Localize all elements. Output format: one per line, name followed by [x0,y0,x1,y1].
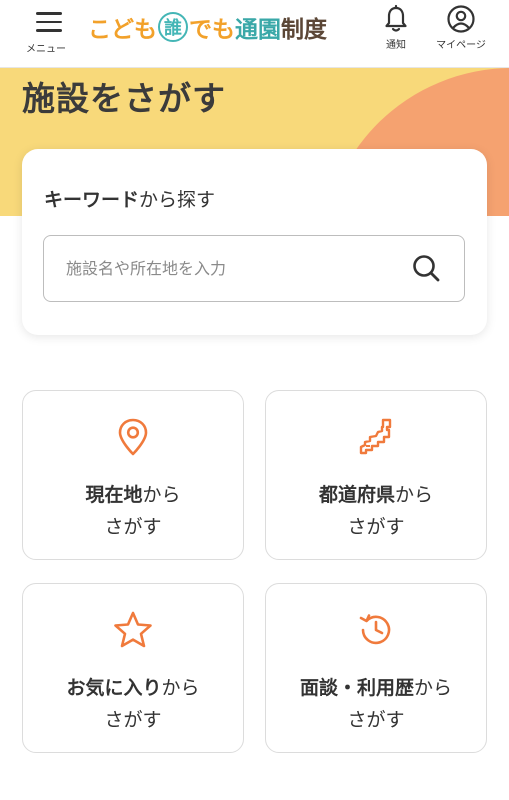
mypage-button[interactable]: マイページ [430,4,492,51]
tile-label-line2: さがす [104,709,162,731]
search-icon[interactable] [410,252,442,284]
app-header: メニュー こども 誰 でも 通園 制度 通知 マイページ [0,0,509,68]
search-by-prefecture-button[interactable]: 都道府県から さがす [265,390,487,560]
tile-label-rest: から [395,484,434,506]
app-logo[interactable]: こども 誰 でも 通園 制度 [88,10,327,44]
logo-text-tsuuen: 通園 [235,17,281,43]
tile-label-bold: お気に入り [66,677,162,699]
search-box [43,235,465,302]
mypage-label: マイページ [436,40,486,51]
search-by-history-button[interactable]: 面談・利用歴から さがす [265,583,487,753]
search-input[interactable] [44,236,404,300]
search-heading: キーワードから探す [44,185,215,212]
menu-label: メニュー [26,44,66,55]
logo-text-dare: 誰 [158,12,188,42]
star-icon [114,611,152,648]
tile-label-line2: さがす [104,516,162,538]
history-icon [359,614,391,645]
hamburger-icon [36,12,62,32]
logo-text-demo: でも [189,17,235,43]
search-by-current-location-button[interactable]: 現在地から さがす [22,390,244,560]
tile-label: お気に入りから さがす [23,672,243,736]
menu-button[interactable]: メニュー [18,6,78,55]
tile-label-line2: さがす [347,709,405,731]
logo-text-kodomo: こども [88,17,157,43]
tile-label-rest: から [414,677,453,699]
search-heading-rest: から探す [139,189,216,211]
tile-label: 現在地から さがす [23,479,243,543]
keyword-search-card: キーワードから探す [22,149,487,335]
location-pin-icon [118,418,148,456]
user-circle-icon [447,5,475,33]
tile-label-bold: 都道府県 [318,484,395,506]
tile-label-bold: 面談・利用歴 [299,677,414,699]
search-heading-bold: キーワード [44,189,140,211]
notification-button[interactable]: 通知 [372,4,420,51]
logo-text-seido: 制度 [281,17,327,43]
tile-label: 面談・利用歴から さがす [266,672,486,736]
search-by-favorites-button[interactable]: お気に入りから さがす [22,583,244,753]
tile-label-rest: から [161,677,200,699]
tile-label: 都道府県から さがす [266,479,486,543]
page-title: 施設をさがす [22,79,226,118]
tile-label-line2: さがす [347,516,405,538]
notification-label: 通知 [386,40,406,51]
tile-label-rest: から [142,484,181,506]
tile-label-bold: 現在地 [85,484,143,506]
japan-map-icon [359,418,392,455]
bell-icon [385,4,407,32]
